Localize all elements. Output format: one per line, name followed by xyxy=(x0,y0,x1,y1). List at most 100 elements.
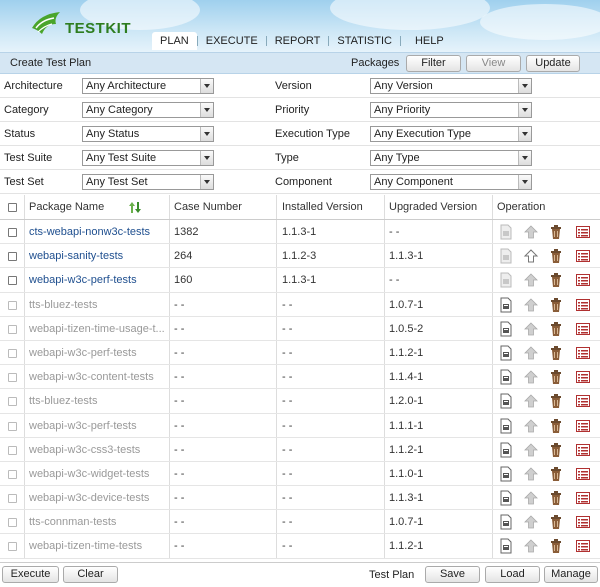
upgrade-arrow-icon[interactable] xyxy=(523,224,539,240)
update-button[interactable]: Update xyxy=(526,55,580,72)
category-select[interactable]: Any Category xyxy=(82,102,214,118)
package-name-link[interactable]: webapi-sanity-tests xyxy=(29,250,123,262)
upgrade-arrow-icon[interactable] xyxy=(523,418,539,434)
trash-icon[interactable] xyxy=(548,466,564,482)
list-icon[interactable] xyxy=(575,224,591,240)
manage-button[interactable]: Manage xyxy=(544,566,598,583)
nav-plan[interactable]: PLAN xyxy=(152,32,197,50)
package-icon[interactable] xyxy=(498,490,514,506)
package-icon[interactable] xyxy=(498,514,514,530)
version-select[interactable]: Any Version xyxy=(370,78,532,94)
table-row[interactable]: webapi-w3c-content-tests - -- -1.1.4-1 xyxy=(0,365,600,390)
upgrade-arrow-icon[interactable] xyxy=(523,248,539,264)
test-suite-select[interactable]: Any Test Suite xyxy=(82,150,214,166)
component-select[interactable]: Any Component xyxy=(370,174,532,190)
row-checkbox[interactable] xyxy=(8,276,17,286)
row-checkbox[interactable] xyxy=(8,228,17,237)
upgrade-arrow-icon[interactable] xyxy=(523,490,539,506)
trash-icon[interactable] xyxy=(548,272,564,288)
clear-button[interactable]: Clear xyxy=(63,566,118,583)
package-name-link[interactable]: webapi-w3c-widget-tests xyxy=(29,468,149,480)
table-row[interactable]: tts-bluez-tests - -- -1.2.0-1 xyxy=(0,389,600,414)
row-checkbox[interactable] xyxy=(8,397,17,407)
list-icon[interactable] xyxy=(575,514,591,530)
row-checkbox[interactable] xyxy=(8,300,17,310)
priority-select[interactable]: Any Priority xyxy=(370,102,532,118)
trash-icon[interactable] xyxy=(548,490,564,506)
row-checkbox[interactable] xyxy=(8,421,17,431)
table-row[interactable]: webapi-w3c-perf-tests - -- -1.1.2-1 xyxy=(0,340,600,366)
architecture-select[interactable]: Any Architecture xyxy=(82,78,214,94)
list-icon[interactable] xyxy=(575,321,591,337)
package-name-link[interactable]: tts-bluez-tests xyxy=(29,299,97,311)
package-icon[interactable] xyxy=(498,248,514,264)
table-row[interactable]: cts-webapi-nonw3c-tests 1382 1.1.3-1- - xyxy=(0,220,600,245)
row-checkbox[interactable] xyxy=(8,324,17,334)
table-row[interactable]: webapi-sanity-tests 264 1.1.2-3 1.1.3-1 xyxy=(0,244,600,269)
package-name-link[interactable]: webapi-tizen-time-usage-t... xyxy=(29,323,165,335)
filter-button[interactable]: Filter xyxy=(406,55,461,72)
list-icon[interactable] xyxy=(575,369,591,385)
nav-statistic[interactable]: STATISTIC xyxy=(329,32,400,50)
table-row[interactable]: webapi-w3c-widget-tests - -- -1.1.0-1 xyxy=(0,461,600,487)
package-name-link[interactable]: webapi-tizen-time-tests xyxy=(29,540,142,552)
package-icon[interactable] xyxy=(498,418,514,434)
package-name-link[interactable]: webapi-w3c-content-tests xyxy=(29,371,154,383)
list-icon[interactable] xyxy=(575,538,591,554)
package-name-link[interactable]: webapi-w3c-device-tests xyxy=(29,492,149,504)
list-icon[interactable] xyxy=(575,418,591,434)
upgrade-arrow-icon[interactable] xyxy=(523,514,539,530)
load-button[interactable]: Load xyxy=(485,566,540,583)
table-row[interactable]: webapi-w3c-device-tests - -- -1.1.3-1 xyxy=(0,486,600,511)
package-icon[interactable] xyxy=(498,466,514,482)
header-package-name[interactable]: Package Name xyxy=(25,195,170,219)
package-icon[interactable] xyxy=(498,393,514,409)
package-name-link[interactable]: webapi-w3c-perf-tests xyxy=(29,420,137,432)
list-icon[interactable] xyxy=(575,272,591,288)
nav-report[interactable]: REPORT xyxy=(267,32,329,50)
trash-icon[interactable] xyxy=(548,369,564,385)
table-row[interactable]: webapi-tizen-time-tests - -- -1.1.2-1 xyxy=(0,534,600,559)
trash-icon[interactable] xyxy=(548,538,564,554)
row-checkbox[interactable] xyxy=(8,348,17,358)
list-icon[interactable] xyxy=(575,297,591,313)
list-icon[interactable] xyxy=(575,442,591,458)
trash-icon[interactable] xyxy=(548,345,564,361)
upgrade-arrow-icon[interactable] xyxy=(523,442,539,458)
trash-icon[interactable] xyxy=(548,248,564,264)
list-icon[interactable] xyxy=(575,345,591,361)
package-icon[interactable] xyxy=(498,442,514,458)
package-name-link[interactable]: cts-webapi-nonw3c-tests xyxy=(29,226,150,238)
row-checkbox[interactable] xyxy=(8,494,17,504)
upgrade-arrow-icon[interactable] xyxy=(523,321,539,337)
trash-icon[interactable] xyxy=(548,442,564,458)
trash-icon[interactable] xyxy=(548,393,564,409)
sort-icon[interactable] xyxy=(129,201,141,214)
trash-icon[interactable] xyxy=(548,514,564,530)
view-button[interactable]: View xyxy=(466,55,521,72)
package-icon[interactable] xyxy=(498,369,514,385)
package-icon[interactable] xyxy=(498,321,514,337)
upgrade-arrow-icon[interactable] xyxy=(523,345,539,361)
row-checkbox[interactable] xyxy=(8,445,17,455)
package-icon[interactable] xyxy=(498,345,514,361)
package-icon[interactable] xyxy=(498,297,514,313)
package-icon[interactable] xyxy=(498,538,514,554)
trash-icon[interactable] xyxy=(548,321,564,337)
package-name-link[interactable]: tts-bluez-tests xyxy=(29,395,97,407)
list-icon[interactable] xyxy=(575,248,591,264)
execute-button[interactable]: Execute xyxy=(2,566,59,583)
nav-help[interactable]: HELP xyxy=(401,32,452,50)
type-select[interactable]: Any Type xyxy=(370,150,532,166)
upgrade-arrow-icon[interactable] xyxy=(523,466,539,482)
list-icon[interactable] xyxy=(575,466,591,482)
package-icon[interactable] xyxy=(498,224,514,240)
table-row[interactable]: webapi-tizen-time-usage-t... - -- -1.0.5-… xyxy=(0,316,600,341)
table-row[interactable]: webapi-w3c-perf-tests 160 1.1.3-1- - xyxy=(0,268,600,293)
upgrade-arrow-icon[interactable] xyxy=(523,272,539,288)
row-checkbox[interactable] xyxy=(8,373,17,383)
save-button[interactable]: Save xyxy=(425,566,480,583)
row-checkbox[interactable] xyxy=(8,469,17,479)
table-row[interactable]: webapi-w3c-perf-tests - -- -1.1.1-1 xyxy=(0,413,600,438)
execution-type-select[interactable]: Any Execution Type xyxy=(370,126,532,142)
